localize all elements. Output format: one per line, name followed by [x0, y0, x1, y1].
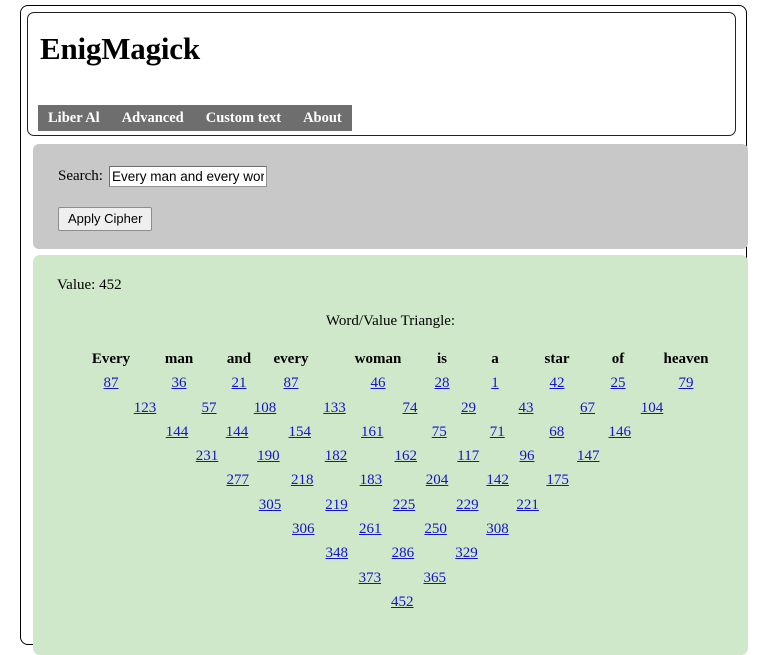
- triangle-value-link[interactable]: 175: [546, 472, 569, 489]
- triangle-value-link[interactable]: 308: [486, 521, 509, 538]
- browser-window-frame: EnigMagick Liber Al Advanced Custom text…: [20, 5, 748, 655]
- triangle-word: is: [436, 351, 448, 367]
- triangle-word: Every: [91, 351, 131, 367]
- triangle-value-link[interactable]: 147: [577, 448, 600, 465]
- triangle-value-row: 277 218 183 204 142 175: [33, 472, 748, 496]
- triangle-value-link[interactable]: 57: [202, 400, 217, 417]
- triangle-value-link[interactable]: 144: [226, 424, 249, 441]
- triangle-word: of: [611, 351, 625, 367]
- triangle-value-link[interactable]: 117: [457, 448, 479, 465]
- triangle-value-link[interactable]: 277: [226, 472, 249, 489]
- header-panel: EnigMagick Liber Al Advanced Custom text…: [27, 12, 736, 136]
- nav-item-advanced[interactable]: Advanced: [122, 105, 184, 131]
- triangle-value-link[interactable]: 75: [432, 424, 447, 441]
- triangle-value-link[interactable]: 231: [196, 448, 219, 465]
- triangle-value-link[interactable]: 68: [549, 424, 564, 441]
- triangle-value-link[interactable]: 218: [291, 472, 314, 489]
- triangle-value-link[interactable]: 154: [289, 424, 312, 441]
- triangle-value-row: 373 365: [33, 570, 748, 594]
- triangle-value-link[interactable]: 204: [426, 472, 449, 489]
- triangle-value-link[interactable]: 43: [519, 400, 534, 417]
- triangle-value-link[interactable]: 229: [456, 497, 479, 514]
- triangle-word: a: [491, 351, 499, 367]
- search-row: Search:: [58, 166, 267, 187]
- word-value-triangle: Every man and every woman is a star of heaven 87 36…: [33, 351, 748, 651]
- triangle-value-link[interactable]: 67: [580, 400, 595, 417]
- triangle-value-link[interactable]: 133: [323, 400, 346, 417]
- triangle-value-link[interactable]: 225: [393, 497, 416, 514]
- triangle-value-row: 231 190 182 162 117 96 147: [33, 448, 748, 472]
- triangle-value-link[interactable]: 250: [424, 521, 447, 538]
- triangle-value-row: 348 286 329: [33, 545, 748, 569]
- triangle-value-link[interactable]: 142: [486, 472, 509, 489]
- triangle-word: and: [226, 351, 252, 367]
- triangle-value-link[interactable]: 28: [435, 375, 450, 392]
- triangle-value-link[interactable]: 87: [284, 375, 299, 392]
- triangle-value-link[interactable]: 221: [516, 497, 539, 514]
- triangle-value-link[interactable]: 162: [395, 448, 418, 465]
- triangle-value-link[interactable]: 182: [325, 448, 348, 465]
- triangle-value-link[interactable]: 306: [292, 521, 315, 538]
- triangle-value-link[interactable]: 87: [104, 375, 119, 392]
- total-value-label: Value: 452: [57, 277, 122, 293]
- triangle-value-link[interactable]: 74: [403, 400, 418, 417]
- triangle-word: heaven: [663, 351, 709, 367]
- search-label: Search:: [58, 168, 103, 184]
- nav-item-custom-text[interactable]: Custom text: [206, 105, 281, 131]
- triangle-value-link[interactable]: 144: [166, 424, 189, 441]
- triangle-value-link[interactable]: 46: [371, 375, 386, 392]
- triangle-value-link[interactable]: 286: [392, 545, 415, 562]
- triangle-value-link[interactable]: 79: [679, 375, 694, 392]
- triangle-value-link[interactable]: 183: [360, 472, 383, 489]
- triangle-value-row: 306 261 250 308: [33, 521, 748, 545]
- triangle-word: man: [164, 351, 194, 367]
- triangle-value-link[interactable]: 108: [254, 400, 277, 417]
- search-panel: Search: Apply Cipher: [33, 144, 748, 249]
- triangle-value-link[interactable]: 373: [359, 570, 382, 587]
- triangle-value-row: 123 57 108 133 74 29 43 67 104: [33, 400, 748, 424]
- triangle-value-link[interactable]: 190: [257, 448, 280, 465]
- triangle-word: star: [544, 351, 570, 367]
- triangle-value-link[interactable]: 305: [259, 497, 282, 514]
- triangle-value-link[interactable]: 146: [609, 424, 632, 441]
- triangle-value-link[interactable]: 329: [455, 545, 478, 562]
- triangle-value-row: 144 144 154 161 75 71 68 146: [33, 424, 748, 448]
- triangle-value-link[interactable]: 29: [461, 400, 476, 417]
- triangle-value-link[interactable]: 219: [325, 497, 348, 514]
- triangle-word: woman: [354, 351, 402, 367]
- triangle-value-link[interactable]: 104: [641, 400, 664, 417]
- triangle-value-link[interactable]: 36: [172, 375, 187, 392]
- triangle-value-link[interactable]: 452: [391, 594, 414, 611]
- triangle-value-link[interactable]: 348: [325, 545, 348, 562]
- triangle-value-link[interactable]: 21: [232, 375, 247, 392]
- search-input[interactable]: [108, 166, 267, 187]
- triangle-word: every: [273, 351, 309, 367]
- triangle-value-link[interactable]: 96: [520, 448, 535, 465]
- triangle-value-row: 452: [33, 594, 748, 618]
- triangle-value-link[interactable]: 161: [361, 424, 384, 441]
- results-panel: Value: 452 Word/Value Triangle: Every man…: [33, 255, 748, 655]
- triangle-value-link[interactable]: 42: [550, 375, 565, 392]
- nav-item-about[interactable]: About: [303, 105, 342, 131]
- triangle-value-link[interactable]: 123: [134, 400, 157, 417]
- triangle-value-row: 87 36 21 87 46 28 1 42 25 79: [33, 375, 748, 399]
- nav-item-liber-al[interactable]: Liber Al: [48, 105, 100, 131]
- page-title: EnigMagick: [40, 31, 200, 66]
- triangle-value-link[interactable]: 365: [423, 570, 446, 587]
- triangle-value-link[interactable]: 71: [490, 424, 505, 441]
- triangle-value-link[interactable]: 25: [611, 375, 626, 392]
- triangle-value-row: 305 219 225 229 221: [33, 497, 748, 521]
- main-navigation: Liber Al Advanced Custom text About: [38, 105, 352, 131]
- triangle-value-link[interactable]: 1: [491, 375, 499, 392]
- triangle-title: Word/Value Triangle:: [325, 313, 456, 329]
- apply-cipher-button[interactable]: Apply Cipher: [58, 207, 153, 231]
- triangle-word-row: Every man and every woman is a star of heaven: [33, 351, 748, 375]
- triangle-value-link[interactable]: 261: [359, 521, 382, 538]
